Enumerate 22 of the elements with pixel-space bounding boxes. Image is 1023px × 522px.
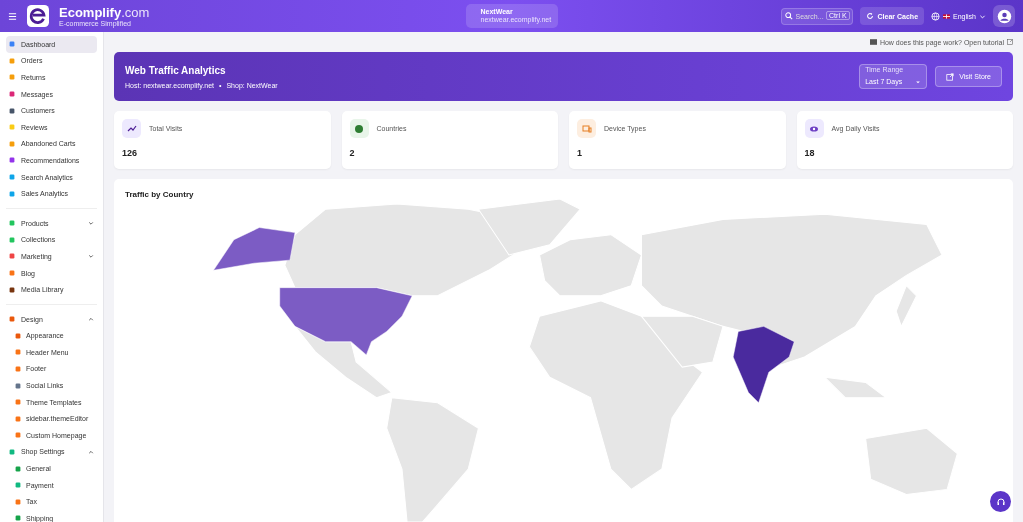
external-link-icon xyxy=(946,72,955,81)
user-avatar[interactable] xyxy=(993,5,1015,27)
map-title: Traffic by Country xyxy=(124,189,195,199)
external-link-icon xyxy=(1007,39,1013,45)
flag-icon xyxy=(943,13,951,19)
chevron-icon xyxy=(88,220,94,227)
chevron-icon xyxy=(88,253,94,260)
menu-icon[interactable] xyxy=(8,11,17,21)
globe-icon xyxy=(931,11,941,21)
stat-value: 1 xyxy=(577,148,583,158)
search-icon xyxy=(784,12,793,20)
caret-icon xyxy=(915,79,922,85)
brand-name: Ecomplify.com xyxy=(59,5,150,19)
stat-value: 126 xyxy=(122,148,139,158)
chevron-icon xyxy=(88,448,94,455)
refresh-icon xyxy=(865,12,874,20)
stat-value: 2 xyxy=(349,148,356,158)
headset-icon xyxy=(995,496,1006,507)
stat-value: 18 xyxy=(804,148,816,158)
logo-icon xyxy=(27,5,49,27)
page-title: Web Traffic Analytics xyxy=(125,64,227,76)
chevron-icon xyxy=(88,316,94,323)
